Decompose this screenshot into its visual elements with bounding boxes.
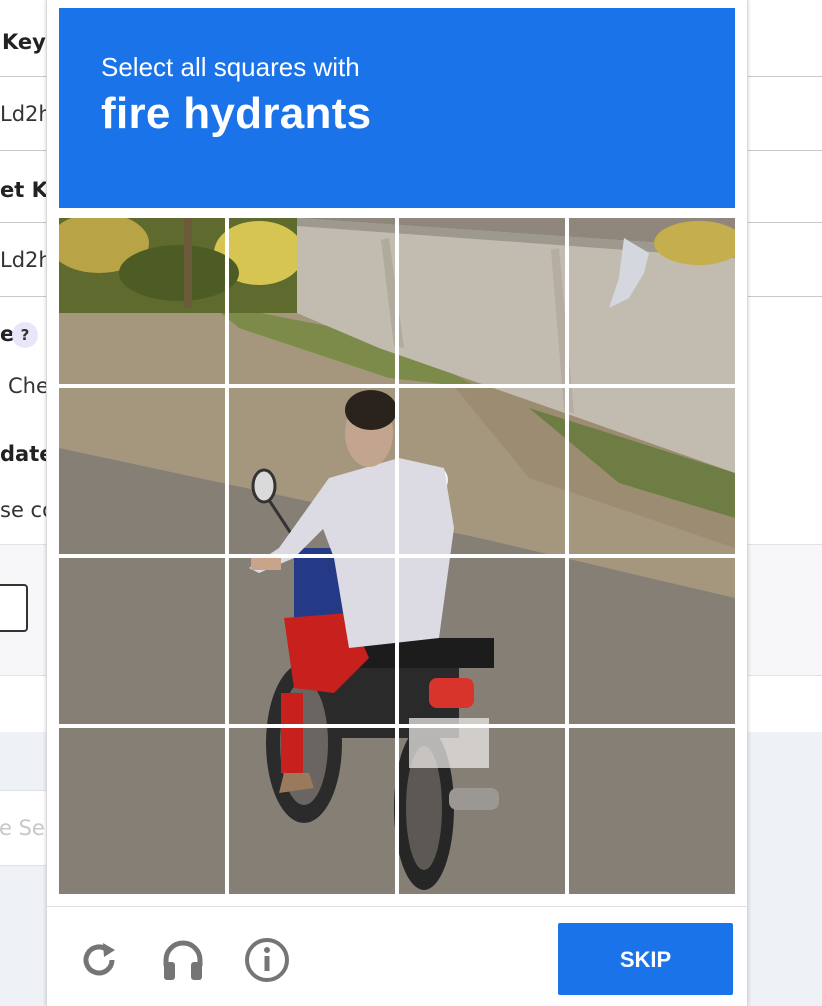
grid-tile[interactable] xyxy=(399,558,565,724)
help-icon[interactable]: ? xyxy=(12,322,38,348)
prompt-target: fire hydrants xyxy=(101,89,372,138)
grid-tile[interactable] xyxy=(229,728,395,894)
grid-tile[interactable] xyxy=(569,558,735,724)
grid-tile[interactable] xyxy=(229,388,395,554)
prompt-instruction: Select all squares with xyxy=(101,52,360,82)
challenge-header: Select all squares with fire hydrants xyxy=(59,8,735,208)
grid-tile[interactable] xyxy=(59,388,225,554)
grid-tile[interactable] xyxy=(569,388,735,554)
grid-tile[interactable] xyxy=(229,558,395,724)
grid-tile[interactable] xyxy=(569,728,735,894)
footer-divider xyxy=(47,906,747,907)
image-grid xyxy=(59,218,735,894)
grid-tile[interactable] xyxy=(399,728,565,894)
captcha-challenge: Select all squares with fire hydrants SK… xyxy=(46,0,748,1006)
grid-tile[interactable] xyxy=(59,218,225,384)
grid-tile[interactable] xyxy=(229,218,395,384)
info-icon[interactable] xyxy=(239,932,295,988)
grid-tile[interactable] xyxy=(399,218,565,384)
recaptcha-checkbox[interactable] xyxy=(0,584,28,632)
grid-tile[interactable] xyxy=(569,218,735,384)
reload-icon[interactable] xyxy=(71,932,127,988)
grid-tile[interactable] xyxy=(399,388,565,554)
grid-tile[interactable] xyxy=(59,558,225,724)
skip-button[interactable]: SKIP xyxy=(558,923,733,995)
grid-tile[interactable] xyxy=(59,728,225,894)
headphones-icon[interactable] xyxy=(155,932,211,988)
